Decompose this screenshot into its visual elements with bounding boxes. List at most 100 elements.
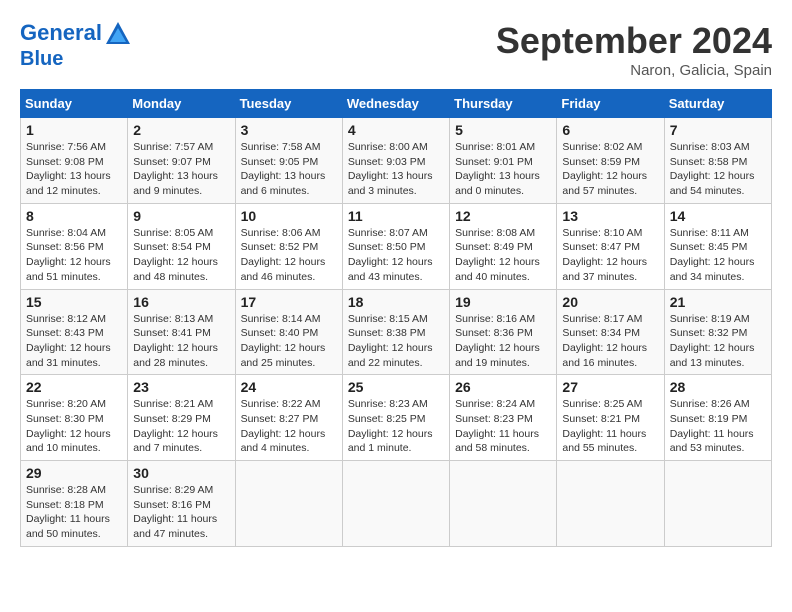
week-row-1: 1 Sunrise: 7:56 AMSunset: 9:08 PMDayligh… [21, 118, 772, 204]
day-cell: 5 Sunrise: 8:01 AMSunset: 9:01 PMDayligh… [450, 118, 557, 204]
day-cell [342, 461, 449, 547]
day-number: 24 [241, 379, 337, 395]
day-cell: 7 Sunrise: 8:03 AMSunset: 8:58 PMDayligh… [664, 118, 771, 204]
day-number: 15 [26, 294, 122, 310]
day-number: 12 [455, 208, 551, 224]
day-info: Sunrise: 8:03 AMSunset: 8:58 PMDaylight:… [670, 140, 766, 199]
day-number: 19 [455, 294, 551, 310]
col-header-monday: Monday [128, 90, 235, 118]
day-info: Sunrise: 8:10 AMSunset: 8:47 PMDaylight:… [562, 226, 658, 285]
day-info: Sunrise: 8:20 AMSunset: 8:30 PMDaylight:… [26, 397, 122, 456]
day-number: 18 [348, 294, 444, 310]
day-cell [235, 461, 342, 547]
day-info: Sunrise: 8:13 AMSunset: 8:41 PMDaylight:… [133, 312, 229, 371]
day-info: Sunrise: 7:56 AMSunset: 9:08 PMDaylight:… [26, 140, 122, 199]
col-header-thursday: Thursday [450, 90, 557, 118]
day-info: Sunrise: 8:29 AMSunset: 8:16 PMDaylight:… [133, 483, 229, 542]
day-info: Sunrise: 8:17 AMSunset: 8:34 PMDaylight:… [562, 312, 658, 371]
week-row-2: 8 Sunrise: 8:04 AMSunset: 8:56 PMDayligh… [21, 203, 772, 289]
day-info: Sunrise: 8:00 AMSunset: 9:03 PMDaylight:… [348, 140, 444, 199]
day-info: Sunrise: 8:16 AMSunset: 8:36 PMDaylight:… [455, 312, 551, 371]
day-cell: 20 Sunrise: 8:17 AMSunset: 8:34 PMDaylig… [557, 289, 664, 375]
day-info: Sunrise: 8:28 AMSunset: 8:18 PMDaylight:… [26, 483, 122, 542]
day-cell: 23 Sunrise: 8:21 AMSunset: 8:29 PMDaylig… [128, 375, 235, 461]
week-row-4: 22 Sunrise: 8:20 AMSunset: 8:30 PMDaylig… [21, 375, 772, 461]
day-cell: 2 Sunrise: 7:57 AMSunset: 9:07 PMDayligh… [128, 118, 235, 204]
day-cell: 19 Sunrise: 8:16 AMSunset: 8:36 PMDaylig… [450, 289, 557, 375]
day-cell: 13 Sunrise: 8:10 AMSunset: 8:47 PMDaylig… [557, 203, 664, 289]
col-header-wednesday: Wednesday [342, 90, 449, 118]
day-number: 25 [348, 379, 444, 395]
day-cell: 18 Sunrise: 8:15 AMSunset: 8:38 PMDaylig… [342, 289, 449, 375]
day-cell: 27 Sunrise: 8:25 AMSunset: 8:21 PMDaylig… [557, 375, 664, 461]
logo-text2: Blue [20, 48, 132, 70]
col-header-saturday: Saturday [664, 90, 771, 118]
day-cell: 14 Sunrise: 8:11 AMSunset: 8:45 PMDaylig… [664, 203, 771, 289]
day-cell: 16 Sunrise: 8:13 AMSunset: 8:41 PMDaylig… [128, 289, 235, 375]
day-number: 10 [241, 208, 337, 224]
day-info: Sunrise: 8:21 AMSunset: 8:29 PMDaylight:… [133, 397, 229, 456]
title-block: September 2024 Naron, Galicia, Spain [496, 20, 772, 79]
day-cell: 3 Sunrise: 7:58 AMSunset: 9:05 PMDayligh… [235, 118, 342, 204]
day-info: Sunrise: 8:19 AMSunset: 8:32 PMDaylight:… [670, 312, 766, 371]
day-number: 9 [133, 208, 229, 224]
day-cell: 30 Sunrise: 8:29 AMSunset: 8:16 PMDaylig… [128, 461, 235, 547]
day-number: 13 [562, 208, 658, 224]
col-header-friday: Friday [557, 90, 664, 118]
day-info: Sunrise: 8:06 AMSunset: 8:52 PMDaylight:… [241, 226, 337, 285]
day-info: Sunrise: 8:04 AMSunset: 8:56 PMDaylight:… [26, 226, 122, 285]
day-number: 1 [26, 122, 122, 138]
day-number: 3 [241, 122, 337, 138]
day-cell [664, 461, 771, 547]
logo-text: General [20, 20, 132, 48]
day-info: Sunrise: 8:22 AMSunset: 8:27 PMDaylight:… [241, 397, 337, 456]
day-info: Sunrise: 8:02 AMSunset: 8:59 PMDaylight:… [562, 140, 658, 199]
day-cell: 10 Sunrise: 8:06 AMSunset: 8:52 PMDaylig… [235, 203, 342, 289]
day-number: 2 [133, 122, 229, 138]
day-info: Sunrise: 7:57 AMSunset: 9:07 PMDaylight:… [133, 140, 229, 199]
day-info: Sunrise: 8:01 AMSunset: 9:01 PMDaylight:… [455, 140, 551, 199]
day-info: Sunrise: 8:14 AMSunset: 8:40 PMDaylight:… [241, 312, 337, 371]
col-header-sunday: Sunday [21, 90, 128, 118]
day-number: 21 [670, 294, 766, 310]
day-cell: 28 Sunrise: 8:26 AMSunset: 8:19 PMDaylig… [664, 375, 771, 461]
day-info: Sunrise: 8:24 AMSunset: 8:23 PMDaylight:… [455, 397, 551, 456]
day-cell: 29 Sunrise: 8:28 AMSunset: 8:18 PMDaylig… [21, 461, 128, 547]
day-number: 29 [26, 465, 122, 481]
day-cell: 12 Sunrise: 8:08 AMSunset: 8:49 PMDaylig… [450, 203, 557, 289]
day-cell: 26 Sunrise: 8:24 AMSunset: 8:23 PMDaylig… [450, 375, 557, 461]
day-number: 5 [455, 122, 551, 138]
day-cell: 21 Sunrise: 8:19 AMSunset: 8:32 PMDaylig… [664, 289, 771, 375]
day-number: 14 [670, 208, 766, 224]
day-info: Sunrise: 8:23 AMSunset: 8:25 PMDaylight:… [348, 397, 444, 456]
day-info: Sunrise: 7:58 AMSunset: 9:05 PMDaylight:… [241, 140, 337, 199]
day-number: 4 [348, 122, 444, 138]
day-cell: 15 Sunrise: 8:12 AMSunset: 8:43 PMDaylig… [21, 289, 128, 375]
day-info: Sunrise: 8:25 AMSunset: 8:21 PMDaylight:… [562, 397, 658, 456]
week-row-5: 29 Sunrise: 8:28 AMSunset: 8:18 PMDaylig… [21, 461, 772, 547]
day-info: Sunrise: 8:08 AMSunset: 8:49 PMDaylight:… [455, 226, 551, 285]
col-header-tuesday: Tuesday [235, 90, 342, 118]
day-cell: 6 Sunrise: 8:02 AMSunset: 8:59 PMDayligh… [557, 118, 664, 204]
day-number: 28 [670, 379, 766, 395]
day-number: 23 [133, 379, 229, 395]
day-number: 8 [26, 208, 122, 224]
day-info: Sunrise: 8:11 AMSunset: 8:45 PMDaylight:… [670, 226, 766, 285]
day-number: 7 [670, 122, 766, 138]
day-number: 27 [562, 379, 658, 395]
day-number: 17 [241, 294, 337, 310]
day-cell: 1 Sunrise: 7:56 AMSunset: 9:08 PMDayligh… [21, 118, 128, 204]
day-number: 6 [562, 122, 658, 138]
day-info: Sunrise: 8:07 AMSunset: 8:50 PMDaylight:… [348, 226, 444, 285]
day-cell: 8 Sunrise: 8:04 AMSunset: 8:56 PMDayligh… [21, 203, 128, 289]
day-number: 22 [26, 379, 122, 395]
day-cell: 11 Sunrise: 8:07 AMSunset: 8:50 PMDaylig… [342, 203, 449, 289]
day-number: 30 [133, 465, 229, 481]
day-cell: 17 Sunrise: 8:14 AMSunset: 8:40 PMDaylig… [235, 289, 342, 375]
week-row-3: 15 Sunrise: 8:12 AMSunset: 8:43 PMDaylig… [21, 289, 772, 375]
day-cell [450, 461, 557, 547]
day-number: 26 [455, 379, 551, 395]
day-cell: 24 Sunrise: 8:22 AMSunset: 8:27 PMDaylig… [235, 375, 342, 461]
day-cell [557, 461, 664, 547]
day-info: Sunrise: 8:26 AMSunset: 8:19 PMDaylight:… [670, 397, 766, 456]
